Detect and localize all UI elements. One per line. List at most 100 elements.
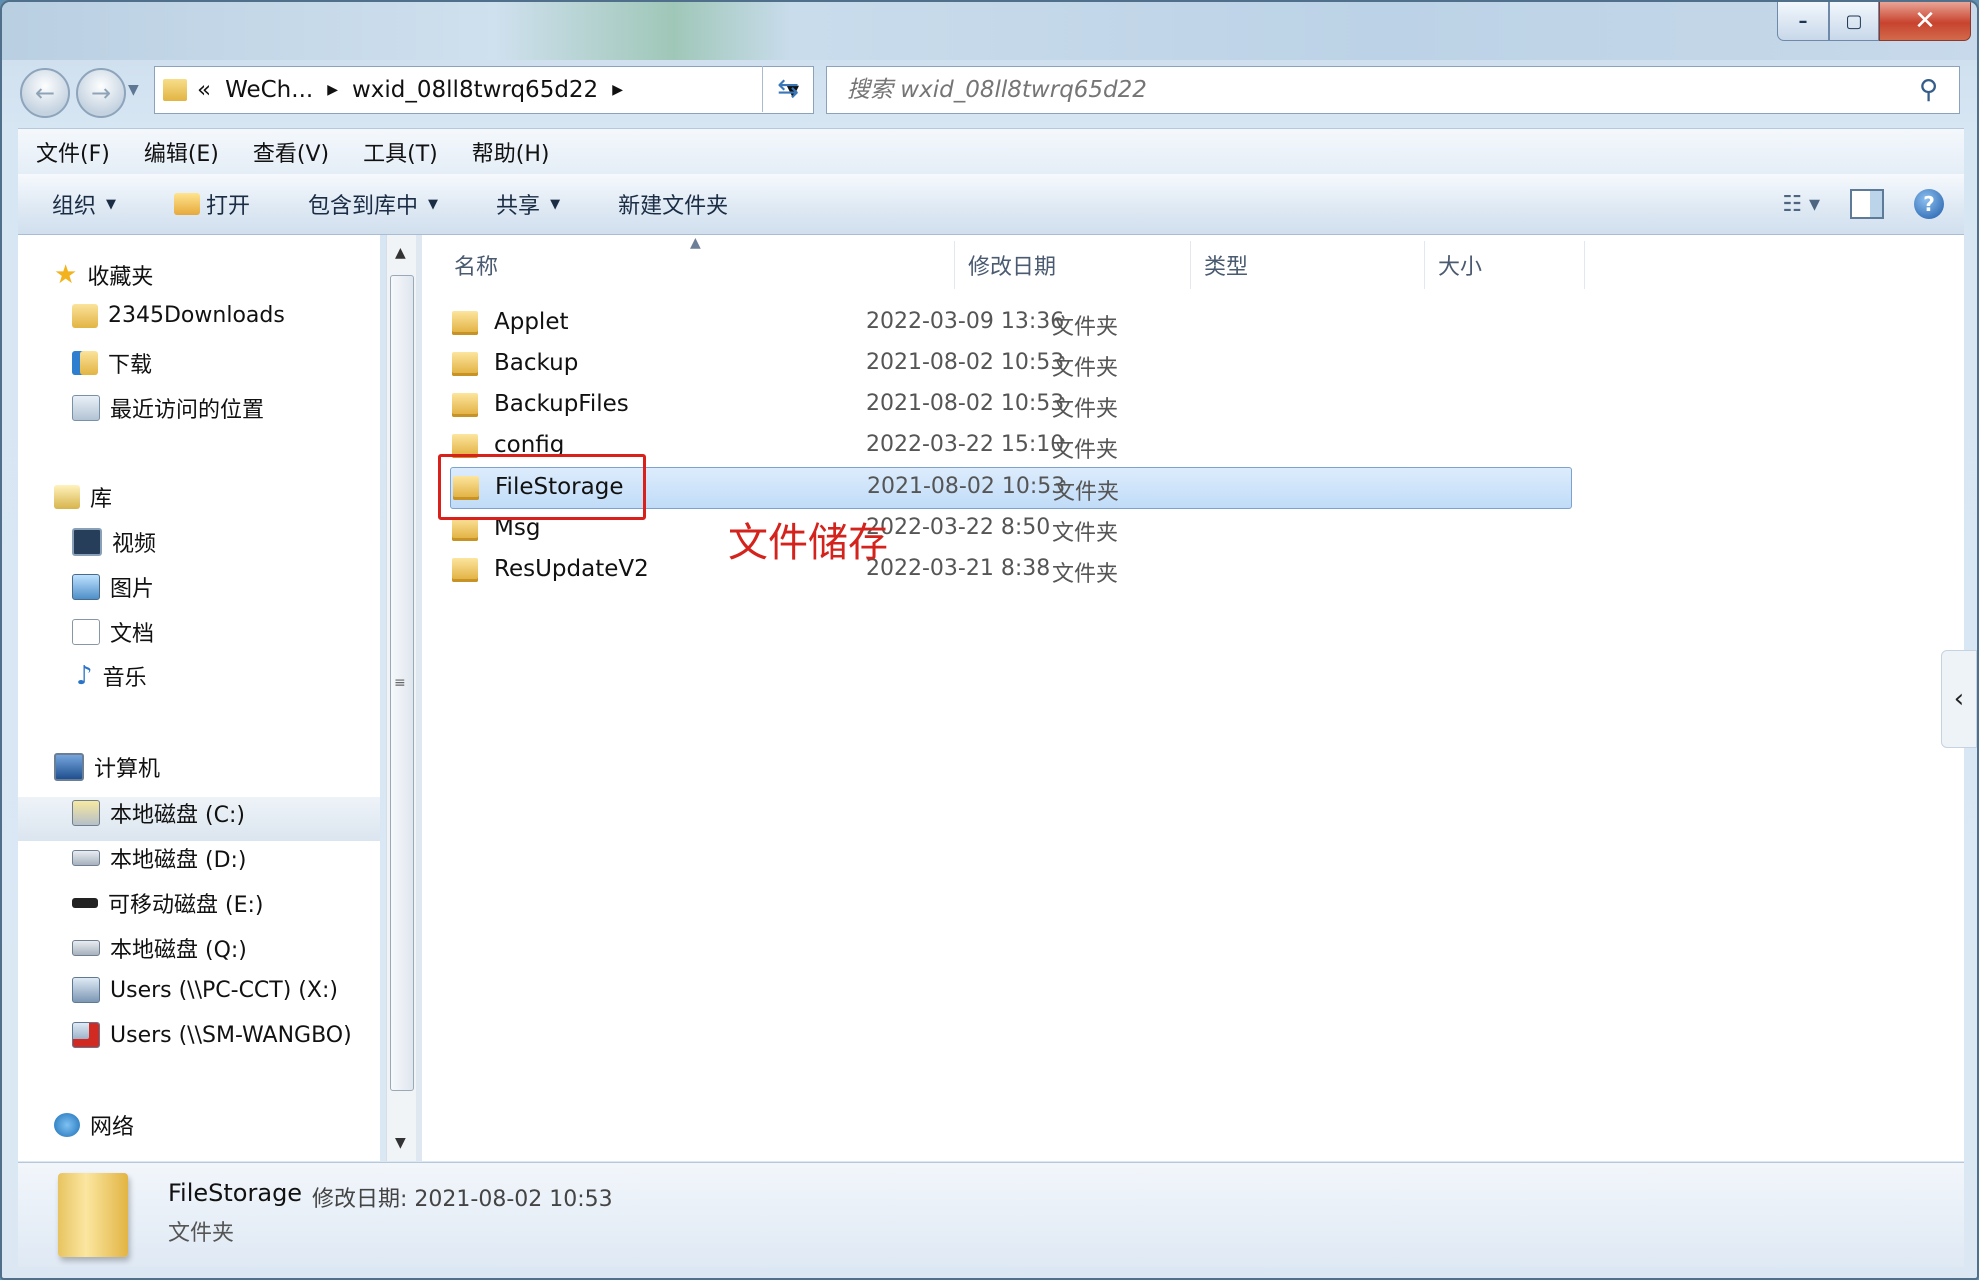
- nav-item-recent-places[interactable]: 最近访问的位置: [72, 392, 264, 424]
- nav-item-downloads[interactable]: 下载: [72, 347, 152, 379]
- breadcrumb-wxid[interactable]: wxid_08ll8twrq65d22: [352, 77, 598, 103]
- nav-item-label: 本地磁盘 (Q:): [110, 938, 247, 963]
- file-date: 2021-08-02 10:53: [866, 391, 1065, 416]
- video-icon: [72, 528, 102, 556]
- scroll-up-icon[interactable]: ▲: [395, 245, 406, 261]
- file-row-msg[interactable]: Msg 2022-03-22 8:50 文件夹: [446, 509, 1977, 549]
- file-type: 文件夹: [1052, 562, 1119, 587]
- column-header-name[interactable]: 名称: [454, 239, 498, 291]
- navigation-row: ← → ▼ « WeCh... ▶ wxid_08ll8twrq65d22 ▶ …: [2, 60, 1977, 126]
- column-size-label: 大小: [1438, 255, 1483, 280]
- column-divider[interactable]: [1190, 241, 1191, 289]
- system-drive-icon: [72, 800, 100, 826]
- disconnected-network-drive-icon: [72, 1022, 100, 1048]
- organize-label: 组织: [52, 194, 97, 219]
- new-folder-label: 新建文件夹: [618, 194, 729, 219]
- expand-pane-button[interactable]: ‹: [1941, 650, 1977, 748]
- forward-button[interactable]: →: [76, 68, 126, 118]
- menu-file[interactable]: 文件(F): [18, 136, 126, 168]
- nav-computer[interactable]: 计算机: [54, 751, 160, 783]
- column-header-size[interactable]: 大小: [1438, 239, 1482, 291]
- menu-edit[interactable]: 编辑(E): [126, 136, 235, 168]
- breadcrumb-separator-icon[interactable]: ▶: [612, 82, 623, 98]
- column-header-date[interactable]: 修改日期: [968, 239, 1056, 291]
- menu-tools[interactable]: 工具(T): [345, 136, 454, 168]
- search-input[interactable]: [845, 76, 1919, 104]
- chevron-down-icon: ▼: [550, 196, 561, 212]
- nav-item-documents[interactable]: 文档: [72, 616, 154, 648]
- help-icon[interactable]: ?: [1914, 189, 1944, 219]
- minimize-button[interactable]: –: [1777, 2, 1829, 41]
- nav-network[interactable]: 网络: [54, 1109, 134, 1141]
- nav-item-label: Users (\\SM-WANGBO): [110, 1022, 352, 1048]
- column-divider[interactable]: [1424, 241, 1425, 289]
- nav-item-drive-d[interactable]: 本地磁盘 (D:): [72, 842, 247, 874]
- chevron-left-icon: ‹: [1953, 684, 1965, 714]
- nav-item-drive-c[interactable]: 本地磁盘 (C:): [72, 797, 245, 829]
- menu-view[interactable]: 查看(V): [235, 136, 345, 168]
- caption-buttons: – ▢ ✕: [1777, 2, 1971, 41]
- file-date: 2022-03-09 13:36: [866, 309, 1065, 334]
- open-button[interactable]: 打开: [174, 188, 250, 220]
- search-icon[interactable]: ⚲: [1919, 75, 1959, 105]
- breadcrumb-separator-icon[interactable]: ▶: [327, 82, 338, 98]
- nav-item-drive-e[interactable]: 可移动磁盘 (E:): [72, 887, 263, 919]
- preview-pane-icon[interactable]: [1850, 189, 1884, 219]
- file-row-applet[interactable]: Applet 2022-03-09 13:36 文件夹: [446, 303, 1977, 343]
- column-divider[interactable]: [1584, 241, 1585, 289]
- star-icon: ★: [54, 260, 78, 290]
- view-options-icon[interactable]: ☷ ▾: [1782, 192, 1820, 217]
- menu-bar: 文件(F) 编辑(E) 查看(V) 工具(T) 帮助(H): [18, 128, 1964, 175]
- share-button[interactable]: 共享 ▼: [496, 188, 560, 220]
- column-header-type[interactable]: 类型: [1204, 239, 1248, 291]
- organize-button[interactable]: 组织 ▼: [52, 188, 116, 220]
- include-library-button[interactable]: 包含到库中 ▼: [308, 188, 438, 220]
- sort-ascending-icon: ▲: [690, 235, 701, 251]
- new-folder-button[interactable]: 新建文件夹: [618, 188, 728, 220]
- recent-pages-dropdown[interactable]: ▼: [128, 82, 139, 98]
- nav-item-2345downloads[interactable]: 2345Downloads: [72, 303, 285, 328]
- back-button[interactable]: ←: [20, 68, 70, 118]
- refresh-button[interactable]: ⇆: [762, 66, 813, 112]
- navigation-pane: ★ 收藏夹 2345Downloads 下载 最近访问的位置 库 视频 图片 文档…: [18, 235, 380, 1161]
- nav-item-label: 音乐: [102, 666, 147, 691]
- file-row-resupdatev2[interactable]: ResUpdateV2 2022-03-21 8:38 文件夹: [446, 550, 1977, 590]
- nav-item-label: 最近访问的位置: [110, 398, 265, 423]
- nav-item-videos[interactable]: 视频: [72, 526, 156, 558]
- nav-network-label: 网络: [90, 1115, 135, 1140]
- explorer-window: – ▢ ✕ ← → ▼ « WeCh... ▶ wxid_08ll8twrq65…: [0, 0, 1979, 1280]
- nav-item-music[interactable]: ♪ 音乐: [76, 660, 147, 692]
- search-box[interactable]: ⚲: [826, 66, 1960, 114]
- nav-favorites-label: 收藏夹: [87, 265, 154, 290]
- refresh-icon: ⇆: [777, 74, 799, 104]
- computer-icon: [54, 753, 84, 781]
- breadcrumb-wechat[interactable]: WeCh...: [225, 77, 313, 103]
- drive-icon: [72, 940, 100, 956]
- nav-scrollbar[interactable]: ▲ ≡ ▼: [386, 235, 417, 1161]
- details-pane: FileStorage 修改日期: 2021-08-02 10:53 文件夹: [18, 1162, 1964, 1267]
- menu-help[interactable]: 帮助(H): [454, 136, 566, 168]
- file-type: 文件夹: [1052, 315, 1119, 340]
- column-divider[interactable]: [954, 241, 955, 289]
- close-button[interactable]: ✕: [1879, 2, 1971, 41]
- nav-favorites[interactable]: ★ 收藏夹: [54, 259, 153, 291]
- nav-item-pictures[interactable]: 图片: [72, 571, 154, 603]
- file-type: 文件夹: [1052, 397, 1119, 422]
- maximize-button[interactable]: ▢: [1829, 2, 1879, 41]
- nav-libraries[interactable]: 库: [54, 481, 112, 513]
- network-drive-icon: [72, 977, 100, 1003]
- breadcrumb-overflow[interactable]: «: [197, 77, 211, 103]
- address-bar[interactable]: « WeCh... ▶ wxid_08ll8twrq65d22 ▶ ▼: [154, 66, 814, 114]
- file-date: 2022-03-21 8:38: [866, 556, 1051, 581]
- back-arrow-icon: ←: [34, 79, 56, 107]
- folder-icon: [452, 352, 478, 376]
- file-row-config[interactable]: config 2022-03-22 15:10 文件夹: [446, 426, 1977, 466]
- file-row-backup[interactable]: Backup 2021-08-02 10:53 文件夹: [446, 344, 1977, 384]
- nav-item-drive-x[interactable]: Users (\\PC-CCT) (X:): [72, 977, 338, 1003]
- command-bar-right: ☷ ▾ ?: [1782, 174, 1944, 234]
- nav-item-drive-q[interactable]: 本地磁盘 (Q:): [72, 932, 247, 964]
- scroll-down-icon[interactable]: ▼: [395, 1135, 406, 1151]
- file-row-backupfiles[interactable]: BackupFiles 2021-08-02 10:53 文件夹: [446, 385, 1977, 425]
- nav-item-drive-wangbo[interactable]: Users (\\SM-WANGBO): [72, 1022, 352, 1048]
- file-type: 文件夹: [1052, 521, 1119, 546]
